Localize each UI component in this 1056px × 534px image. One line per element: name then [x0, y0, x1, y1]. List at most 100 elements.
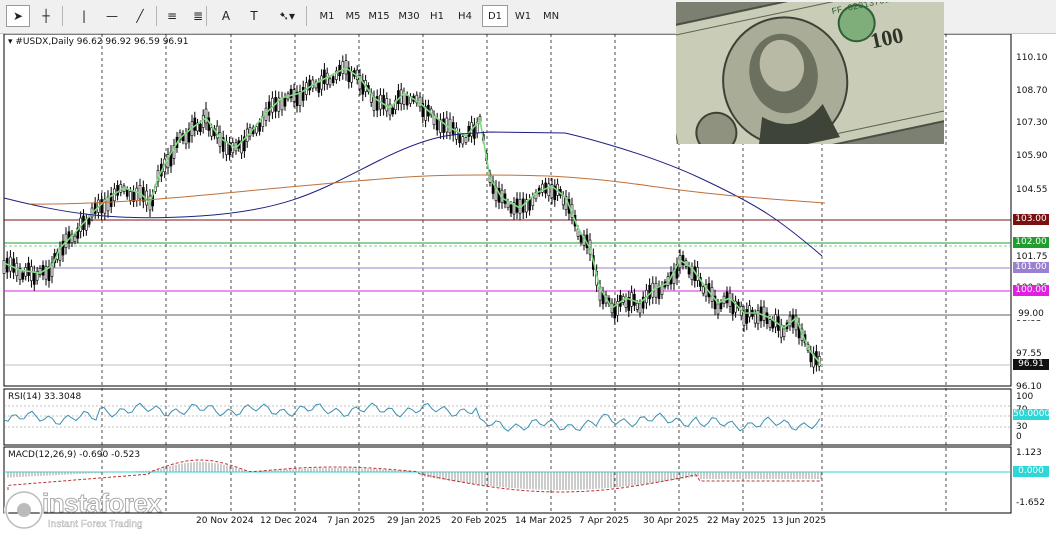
- candle-body: [289, 88, 293, 99]
- channel-tool-button[interactable]: ≡: [160, 5, 184, 27]
- candle-body: [768, 319, 772, 328]
- level-badge: 101.00: [1013, 262, 1049, 273]
- candle-body: [448, 118, 452, 134]
- candle-body: [218, 132, 222, 147]
- candle-body: [375, 96, 379, 111]
- candle-body: [753, 313, 757, 324]
- candle-body: [32, 271, 36, 285]
- current-price-badge: 96.91: [1013, 359, 1049, 370]
- watermark-brand: instaforex: [41, 488, 162, 519]
- candle-body: [681, 255, 685, 266]
- candle-body: [701, 286, 705, 294]
- toolbar-separator: [62, 6, 63, 26]
- candle-body: [331, 76, 335, 84]
- candle-body: [716, 303, 720, 315]
- candle-body: [184, 132, 188, 145]
- candle-body: [325, 72, 329, 85]
- candle-body: [382, 95, 385, 110]
- candle-body: [210, 127, 213, 137]
- candle-body: [405, 95, 409, 106]
- time-axis-label: 20 Feb 2025: [451, 516, 508, 526]
- candle-body: [745, 309, 749, 324]
- main-pane-title: ▾ #USDX,Daily 96.62 96.92 96.59 96.91: [8, 37, 189, 47]
- candle-body: [258, 122, 261, 132]
- cursor-tool-button[interactable]: ➤: [6, 5, 30, 27]
- time-axis-label: 7 Jan 2025: [327, 516, 376, 526]
- candle-body: [73, 235, 77, 242]
- timeframe-h1-button[interactable]: H1: [424, 5, 450, 27]
- level-badge: 102.00: [1013, 237, 1049, 248]
- time-axis-label: 20 Nov 2024: [196, 516, 254, 526]
- candle-body: [725, 291, 729, 304]
- candle-body: [341, 61, 345, 74]
- timeframe-m5-button[interactable]: M5: [340, 5, 366, 27]
- crosshair-tool-button[interactable]: ┼: [34, 5, 58, 27]
- candle-body: [193, 117, 197, 131]
- candle-body: [455, 127, 458, 140]
- candle-body: [301, 86, 305, 101]
- macd-axis-label: 0.000: [1013, 466, 1049, 477]
- candle-body: [93, 202, 97, 214]
- price-axis-label: 96.10: [1016, 382, 1042, 392]
- candle-body: [762, 306, 766, 321]
- text-label-tool-button[interactable]: T: [242, 5, 266, 27]
- price-axis-label: 104.55: [1016, 185, 1048, 195]
- timeframe-m1-button[interactable]: M1: [314, 5, 340, 27]
- timeframe-d1-button[interactable]: D1: [482, 5, 508, 27]
- rsi-pane-title: RSI(14) 33.3048: [8, 392, 82, 402]
- candle-body: [435, 118, 439, 131]
- timeframe-w1-button[interactable]: W1: [510, 5, 536, 27]
- candle-body: [323, 69, 326, 85]
- candle-body: [648, 284, 651, 300]
- candle-body: [30, 266, 33, 281]
- candle-body: [391, 107, 395, 115]
- rsi-axis-label: 0: [1016, 432, 1022, 442]
- candle-body: [255, 126, 258, 134]
- watermark-tagline: Instant Forex Trading: [48, 519, 143, 530]
- time-axis-label: 29 Jan 2025: [387, 516, 441, 526]
- timeframe-h4-button[interactable]: H4: [452, 5, 478, 27]
- candle-body: [579, 235, 583, 243]
- trendline-tool-button[interactable]: ╱: [128, 5, 152, 27]
- candle-body: [442, 118, 445, 133]
- text-tool-button[interactable]: A: [214, 5, 238, 27]
- candle-body: [225, 141, 228, 155]
- candle-body: [320, 75, 323, 90]
- time-axis-label: 22 May 2025: [707, 516, 766, 526]
- timeframe-m15-button[interactable]: M15: [366, 5, 392, 27]
- macd-axis-label: -1.652: [1016, 498, 1046, 508]
- candle-body: [116, 185, 119, 196]
- time-axis-label: 14 Mar 2025: [515, 516, 573, 526]
- timeframe-m30-button[interactable]: M30: [396, 5, 422, 27]
- candle-body: [24, 267, 28, 277]
- candle-body: [204, 108, 208, 124]
- candle-body: [87, 217, 91, 225]
- rsi-axis-label: 30: [1016, 422, 1028, 432]
- horizontal-line-tool-button[interactable]: —: [100, 5, 124, 27]
- macd-pane-title: MACD(12,26,9) -0.690 -0.523: [8, 450, 141, 460]
- timeframe-mn-button[interactable]: MN: [538, 5, 564, 27]
- price-axis-label: 97.55: [1016, 349, 1042, 359]
- candle-body: [199, 123, 202, 132]
- candle-body: [624, 297, 628, 308]
- time-axis-label: 13 Jun 2025: [772, 516, 827, 526]
- arrows-tool-button[interactable]: ➷▾: [270, 5, 304, 27]
- candle-body: [509, 204, 513, 214]
- candle-body: [135, 187, 139, 201]
- candle-body: [12, 258, 15, 273]
- time-axis-label: 30 Apr 2025: [643, 516, 699, 526]
- candle-body: [9, 256, 12, 272]
- candle-body: [100, 199, 103, 214]
- candle-body: [283, 96, 287, 107]
- candle-body: [317, 82, 321, 93]
- candle-body: [748, 305, 751, 318]
- candle-body: [271, 97, 274, 113]
- vertical-line-tool-button[interactable]: |: [72, 5, 96, 27]
- price-axis-label: 108.70: [1016, 86, 1048, 96]
- rsi-axis-label: 50.0000: [1013, 409, 1051, 420]
- candle-body: [660, 285, 664, 295]
- candle-body: [635, 302, 639, 310]
- toolbar-separator: [156, 6, 157, 26]
- time-axis-label: 7 Apr 2025: [579, 516, 629, 526]
- candle-body: [27, 262, 30, 276]
